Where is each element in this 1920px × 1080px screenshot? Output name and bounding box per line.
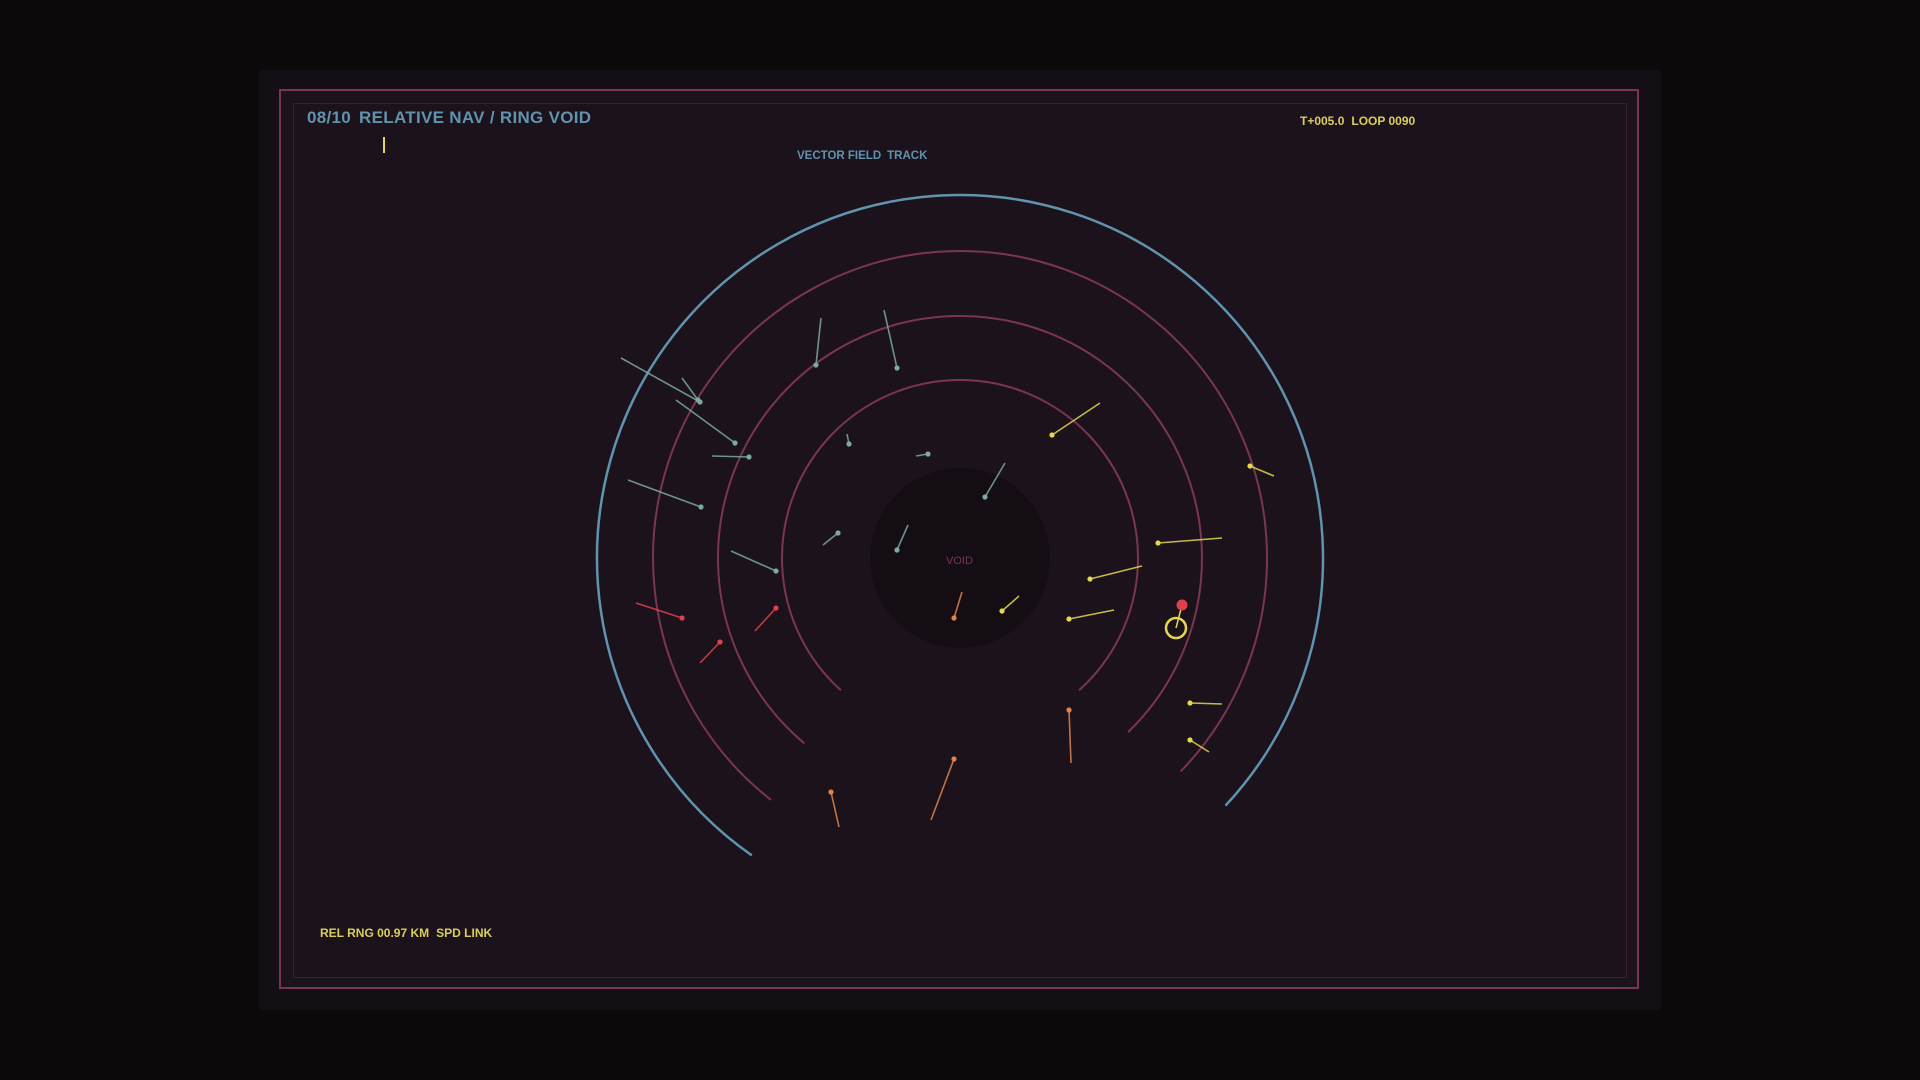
vector-dot [982, 494, 988, 500]
vector-particle [828, 789, 840, 828]
vector-dot [1247, 463, 1253, 469]
vector-particle [711, 454, 752, 460]
vector-line [1068, 609, 1115, 620]
vector-particle [1247, 463, 1275, 477]
vector-particle [822, 530, 841, 546]
vector-line [620, 357, 701, 403]
vector-line [1089, 565, 1143, 580]
vector-line [830, 791, 840, 828]
vector-dot [925, 451, 931, 457]
vector-line [815, 317, 822, 366]
player-ship[interactable] [1164, 599, 1188, 640]
vector-particle [846, 433, 852, 447]
vector-dot [1187, 737, 1193, 743]
vector-line [754, 607, 777, 632]
vector-dot [695, 397, 701, 403]
vector-line [627, 479, 702, 508]
vector-dot [999, 608, 1005, 614]
vector-line [883, 309, 898, 369]
vector-dot [835, 530, 841, 536]
target-marker-icon[interactable] [1176, 599, 1188, 611]
vector-dot [717, 639, 723, 645]
vector-dot [894, 547, 900, 553]
vector-dot [1066, 616, 1072, 622]
vector-dot [1066, 707, 1072, 713]
vector-dot [951, 756, 957, 762]
vector-line [1157, 537, 1223, 544]
vector-particle [730, 550, 779, 574]
vector-particle [1187, 700, 1223, 706]
vector-particle [883, 309, 900, 371]
vector-line [1068, 709, 1072, 764]
vector-line [699, 641, 721, 664]
vector-particle [1066, 609, 1115, 622]
vector-line [1189, 702, 1223, 705]
vector-dot [894, 365, 900, 371]
vector-dot [1187, 700, 1193, 706]
vector-particle [1155, 537, 1223, 546]
vector-line [711, 455, 750, 458]
vector-dot [698, 504, 704, 510]
vector-dot [846, 441, 852, 447]
vector-dot [1087, 576, 1093, 582]
vector-dot [773, 605, 779, 611]
vector-particle [1066, 707, 1072, 764]
vector-line [930, 758, 955, 821]
vector-dot [773, 568, 779, 574]
vector-dot [813, 362, 819, 368]
vector-particle [915, 451, 931, 457]
vector-line [730, 550, 777, 572]
vector-particle [681, 377, 701, 403]
vector-dot [746, 454, 752, 460]
vector-line [1051, 402, 1101, 436]
vector-particle [699, 639, 723, 664]
vector-particle [627, 479, 704, 510]
vector-particle [1187, 737, 1210, 753]
vector-dot [828, 789, 834, 795]
vector-dot [951, 615, 957, 621]
void-label: VOID [946, 555, 973, 567]
vector-dot [1155, 540, 1161, 546]
vector-dot [1049, 432, 1055, 438]
vector-particle [754, 605, 779, 632]
vector-particle [1087, 565, 1143, 582]
vector-particle [930, 756, 957, 821]
vector-dot [679, 615, 685, 621]
vector-field[interactable]: VOID [0, 0, 1920, 1080]
vector-dot [732, 440, 738, 446]
vector-particle [635, 602, 685, 621]
vector-line [822, 532, 839, 546]
